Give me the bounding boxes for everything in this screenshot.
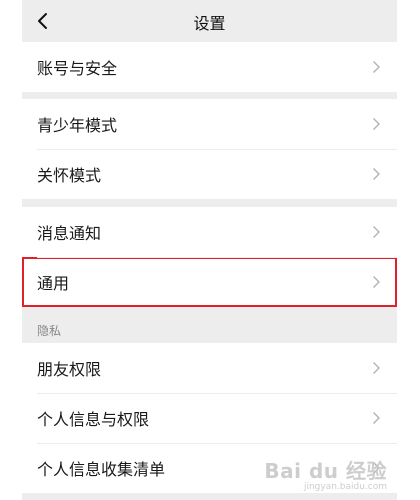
chevron-right-icon bbox=[373, 61, 380, 73]
watermark-logo-text: Bai du 经验 bbox=[264, 459, 387, 483]
settings-item-friend-permissions[interactable]: 朋友权限 bbox=[22, 343, 397, 393]
settings-item-label: 账号与安全 bbox=[37, 59, 118, 78]
settings-item-label: 关怀模式 bbox=[37, 166, 102, 185]
section-caption-privacy: 隐私 bbox=[37, 324, 62, 338]
settings-item-label: 青少年模式 bbox=[37, 116, 118, 135]
settings-item-label: 个人信息与权限 bbox=[37, 410, 150, 429]
settings-item-label: 消息通知 bbox=[37, 224, 102, 243]
settings-item-label: 个人信息收集清单 bbox=[37, 460, 166, 479]
chevron-right-icon bbox=[373, 412, 380, 424]
settings-screen: 设置 账号与安全 青少年模式 关怀模式 消息通知 通用 隐私 朋友权限 个人信息… bbox=[22, 0, 397, 500]
chevron-right-icon bbox=[373, 226, 380, 238]
top-bar: 设置 bbox=[22, 0, 397, 41]
settings-item-label: 朋友权限 bbox=[37, 360, 102, 379]
chevron-right-icon bbox=[373, 362, 380, 374]
settings-group-general: 消息通知 通用 bbox=[22, 207, 397, 307]
settings-item-personal-info-permissions[interactable]: 个人信息与权限 bbox=[22, 393, 397, 443]
settings-item-teen-mode[interactable]: 青少年模式 bbox=[22, 99, 397, 149]
baidu-jingyan-watermark: Bai du 经验 jingyan.baidu.com bbox=[264, 455, 387, 492]
settings-item-general[interactable]: 通用 bbox=[22, 257, 397, 307]
settings-item-care-mode[interactable]: 关怀模式 bbox=[22, 149, 397, 199]
settings-item-notifications[interactable]: 消息通知 bbox=[22, 207, 397, 257]
chevron-right-icon bbox=[373, 118, 380, 130]
chevron-right-icon bbox=[373, 168, 380, 180]
settings-group-modes: 青少年模式 关怀模式 bbox=[22, 99, 397, 199]
settings-item-account-security[interactable]: 账号与安全 bbox=[22, 42, 397, 92]
chevron-right-icon bbox=[373, 276, 380, 288]
settings-item-label: 通用 bbox=[37, 274, 70, 293]
page-title: 设置 bbox=[193, 14, 226, 33]
settings-group-account: 账号与安全 bbox=[22, 42, 397, 92]
